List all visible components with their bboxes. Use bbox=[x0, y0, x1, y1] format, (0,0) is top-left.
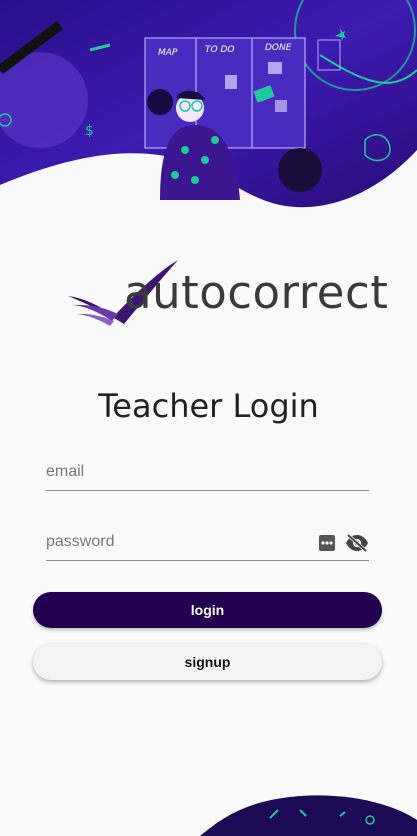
login-button[interactable]: login bbox=[33, 592, 382, 628]
footer-illustration bbox=[200, 795, 417, 836]
signup-button[interactable]: signup bbox=[33, 644, 382, 680]
whiteboard-word: MAP bbox=[158, 48, 178, 58]
whiteboard-word: DONE bbox=[265, 43, 292, 53]
visibility-off-icon[interactable] bbox=[345, 534, 369, 552]
email-field-container bbox=[46, 456, 369, 491]
brand-name: autocorrect bbox=[124, 266, 389, 319]
password-manager-icon[interactable] bbox=[318, 534, 336, 552]
page-title: Teacher Login bbox=[98, 387, 319, 425]
svg-text:$: $ bbox=[85, 123, 94, 139]
password-field-container bbox=[46, 526, 369, 561]
email-field[interactable] bbox=[46, 456, 369, 488]
header-illustration: MAP TO DO DONE $ bbox=[0, 0, 417, 208]
password-field[interactable] bbox=[46, 526, 306, 558]
whiteboard-word: TO DO bbox=[205, 45, 234, 55]
